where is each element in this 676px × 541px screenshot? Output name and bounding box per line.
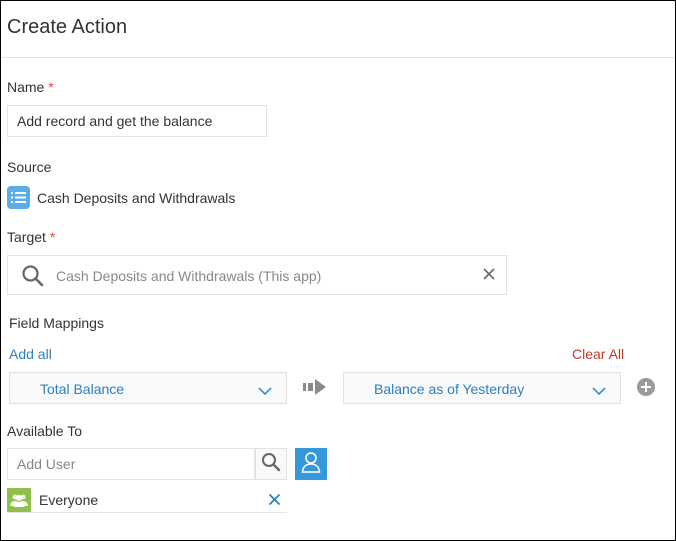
user-search-button[interactable] (255, 448, 287, 480)
source-field-select[interactable]: Total Balance (9, 372, 287, 404)
source-label: Source (7, 159, 52, 175)
name-input-value: Add record and get the balance (17, 113, 213, 129)
source-app-name: Cash Deposits and Withdrawals (37, 189, 236, 206)
target-app-field[interactable]: Cash Deposits and Withdrawals (This app) (7, 255, 507, 295)
dialog-header: Create Action (1, 1, 675, 58)
user-picker-button[interactable] (295, 448, 327, 480)
close-icon[interactable] (482, 267, 496, 286)
search-icon (21, 264, 45, 293)
field-mappings-label: Field Mappings (9, 315, 104, 331)
target-label: Target * (7, 229, 56, 245)
chevron-down-icon (258, 383, 272, 401)
add-all-link[interactable]: Add all (9, 346, 52, 362)
add-mapping-icon[interactable] (637, 378, 655, 401)
list-app-icon (7, 186, 30, 209)
group-icon (7, 488, 31, 512)
arrow-right-icon (303, 378, 327, 401)
create-action-dialog: Create Action Name * Add record and get t… (0, 0, 676, 541)
close-icon[interactable] (268, 493, 281, 511)
source-app: Cash Deposits and Withdrawals (7, 186, 235, 209)
target-app-name: Cash Deposits and Withdrawals (This app) (56, 268, 322, 284)
clear-all-link[interactable]: Clear All (572, 346, 624, 362)
available-to-label: Available To (7, 423, 82, 439)
user-icon (301, 451, 321, 478)
page-title: Create Action (7, 16, 128, 38)
chevron-down-icon (592, 383, 606, 401)
name-input[interactable]: Add record and get the balance (7, 105, 267, 137)
entity-row: Everyone (7, 487, 287, 513)
required-mark: * (48, 79, 54, 95)
target-field-select[interactable]: Balance as of Yesterday (343, 372, 621, 404)
source-field-value: Total Balance (40, 381, 125, 397)
search-icon (261, 452, 281, 477)
add-user-input[interactable] (7, 448, 255, 480)
required-mark: * (49, 229, 56, 245)
name-label: Name * (7, 79, 54, 95)
target-field-value: Balance as of Yesterday (374, 381, 525, 397)
entity-name: Everyone (39, 492, 99, 508)
